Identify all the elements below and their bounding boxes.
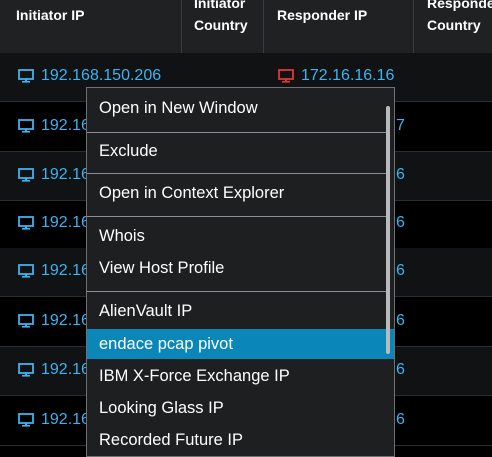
column-divider [263, 0, 264, 53]
menu-item-looking-glass[interactable]: Looking Glass IP [87, 393, 387, 423]
initiator-ip-text: 192.16 [41, 117, 90, 134]
monitor-icon [18, 413, 41, 427]
initiator-ip-link[interactable]: 192.16 [18, 361, 90, 379]
menu-item-whois[interactable]: Whois [87, 221, 387, 251]
responder-ip-partial[interactable]: 6 [396, 411, 405, 429]
menu-item-endace-pcap-pivot[interactable]: endace pcap pivot [87, 329, 394, 359]
initiator-ip-link[interactable]: 192.16 [18, 214, 90, 232]
column-header-responder-ip[interactable]: Responder IP [277, 4, 367, 57]
initiator-ip-link[interactable]: 192.168.150.206 [18, 67, 161, 85]
column-header-responder-country[interactable]: Responder Country [427, 0, 492, 45]
initiator-ip-text: 192.16 [41, 411, 90, 428]
initiator-ip-link[interactable]: 192.16 [18, 166, 90, 184]
column-header-label: Responder [427, 0, 492, 11]
menu-item-exclude[interactable]: Exclude [87, 136, 387, 166]
table-header: Initiator IP Initiator Country Responder… [0, 0, 492, 54]
monitor-icon [18, 363, 41, 377]
context-menu: Open in New Window Exclude Open in Conte… [86, 87, 395, 457]
initiator-ip-text: 192.16 [41, 214, 90, 231]
monitor-icon [18, 168, 41, 182]
menu-item-open-new-window[interactable]: Open in New Window [87, 93, 387, 123]
initiator-ip-text: 192.16 [41, 361, 90, 378]
responder-ip-partial[interactable]: 6 [396, 361, 405, 379]
menu-item-context-explorer[interactable]: Open in Context Explorer [87, 178, 387, 208]
initiator-ip-text: 192.16 [41, 166, 90, 183]
menu-item-recorded-future[interactable]: Recorded Future IP [87, 425, 387, 455]
column-divider [413, 0, 414, 53]
column-divider [181, 0, 182, 53]
menu-separator [87, 173, 387, 174]
column-header-label: Initiator [194, 0, 246, 11]
menu-separator [87, 216, 387, 217]
initiator-ip-text: 192.16 [41, 312, 90, 329]
responder-ip-partial[interactable]: 6 [396, 262, 405, 280]
column-header-label: Country [194, 17, 248, 33]
menu-item-alienvault-ip[interactable]: AlienVault IP [87, 296, 387, 326]
column-header-label: Responder IP [277, 7, 368, 23]
menu-separator [87, 132, 387, 133]
responder-ip-partial[interactable]: 7 [396, 117, 405, 135]
initiator-ip-text: 192.168.150.206 [41, 67, 162, 84]
column-header-initiator-ip[interactable]: Initiator IP [16, 4, 84, 57]
responder-ip-partial[interactable]: 6 [396, 166, 405, 184]
column-header-label: Initiator IP [16, 7, 85, 23]
column-header-initiator-country[interactable]: Initiator Country [194, 0, 248, 45]
monitor-icon [18, 264, 41, 278]
monitor-icon [278, 69, 301, 83]
responder-ip-partial[interactable]: 6 [396, 214, 405, 232]
menu-item-ibm-xforce[interactable]: IBM X-Force Exchange IP [87, 361, 387, 391]
monitor-icon [18, 314, 41, 328]
monitor-icon [18, 216, 41, 230]
initiator-ip-link[interactable]: 192.16 [18, 262, 90, 280]
menu-scrollbar[interactable] [386, 106, 390, 354]
initiator-ip-link[interactable]: 192.16 [18, 117, 90, 135]
monitor-icon [18, 69, 41, 83]
monitor-icon [18, 119, 41, 133]
responder-ip-link[interactable]: 172.16.16.16 [278, 67, 394, 85]
responder-ip-text: 172.16.16.16 [301, 67, 395, 84]
column-header-label: Country [427, 17, 481, 33]
initiator-ip-link[interactable]: 192.16 [18, 312, 90, 330]
initiator-ip-text: 192.16 [41, 262, 90, 279]
menu-item-view-host-profile[interactable]: View Host Profile [87, 253, 387, 283]
responder-ip-partial[interactable]: 6 [396, 312, 405, 330]
menu-separator [87, 291, 387, 292]
initiator-ip-link[interactable]: 192.16 [18, 411, 90, 429]
